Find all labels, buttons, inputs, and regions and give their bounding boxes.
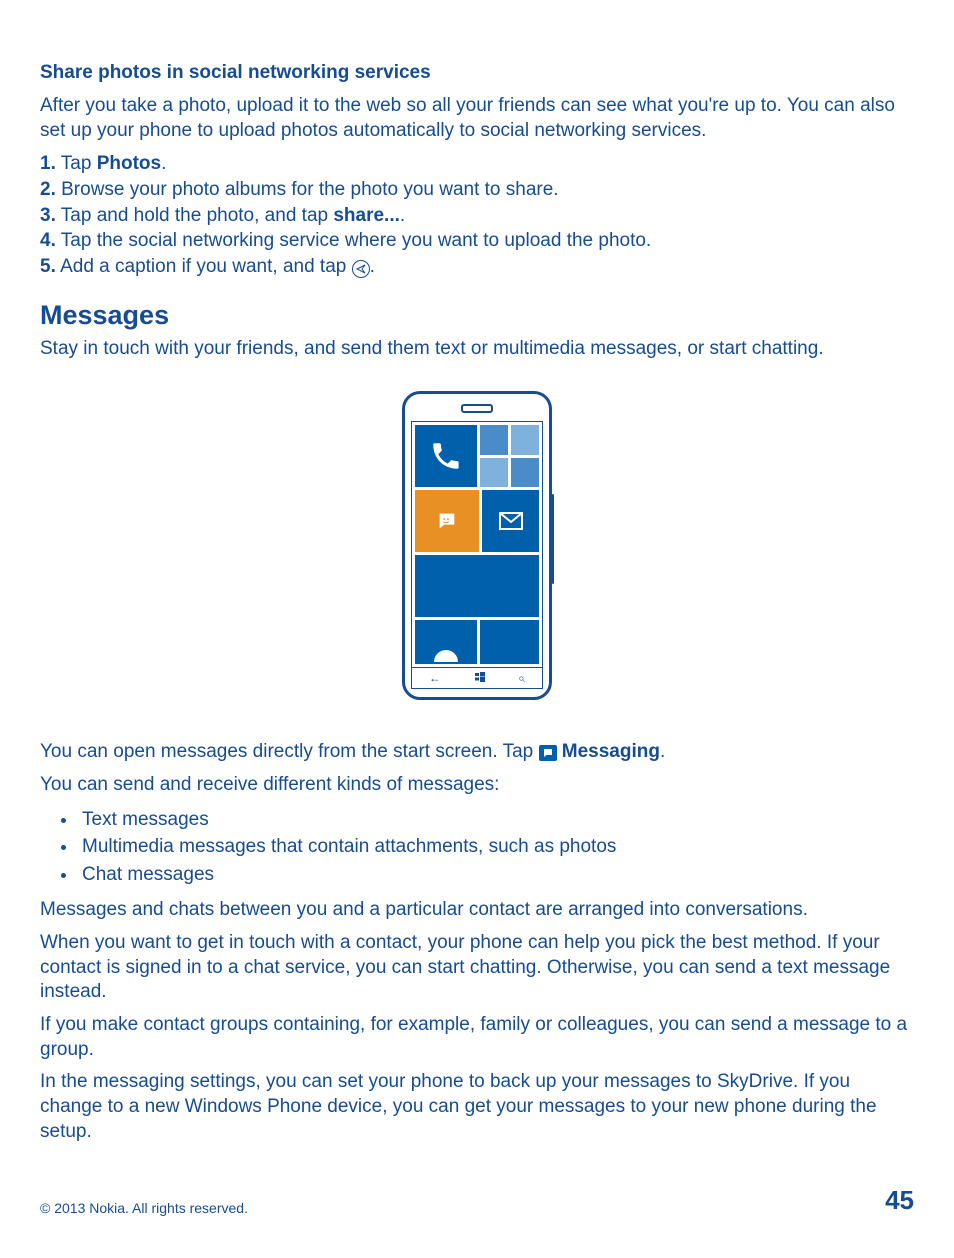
small-tile: [480, 425, 508, 455]
step-text: Add a caption if you want, and tap: [56, 256, 352, 277]
mail-tile: [482, 490, 539, 552]
para-groups: If you make contact groups containing, f…: [40, 1013, 914, 1062]
step-bold: share...: [333, 205, 400, 226]
share-photos-intro: After you take a photo, upload it to the…: [40, 94, 914, 143]
step-text: Tap the social networking service where …: [56, 230, 651, 251]
step-text: Tap: [56, 153, 97, 174]
list-item: Multimedia messages that contain attachm…: [78, 833, 914, 861]
messages-intro: Stay in touch with your friends, and sen…: [40, 337, 914, 362]
phone-outline: ← ⌕: [402, 391, 552, 700]
phone-screen: ← ⌕: [411, 421, 543, 689]
back-icon: ←: [429, 672, 441, 684]
para-skydrive: In the messaging settings, you can set y…: [40, 1070, 914, 1144]
ie-tile: [415, 620, 477, 664]
send-icon: [352, 260, 370, 278]
step-num: 4.: [40, 230, 56, 251]
messages-heading: Messages: [40, 300, 914, 331]
para-best-method: When you want to get in touch with a con…: [40, 931, 914, 1005]
step-num: 5.: [40, 256, 56, 277]
share-photos-steps: 1. Tap Photos. 2. Browse your photo albu…: [40, 151, 914, 279]
share-photos-heading: Share photos in social networking servic…: [40, 62, 914, 84]
windows-icon: [475, 672, 485, 685]
small-tile: [480, 458, 508, 488]
list-item: Chat messages: [78, 861, 914, 889]
messaging-icon: [539, 745, 557, 761]
step-num: 3.: [40, 205, 56, 226]
open-messages-text: You can open messages directly from the …: [40, 740, 914, 765]
wide-tile: [415, 555, 539, 617]
step-text: .: [161, 153, 166, 174]
small-tile: [511, 425, 539, 455]
step-text: .: [400, 205, 405, 226]
page-footer: © 2013 Nokia. All rights reserved. 45: [40, 1185, 914, 1216]
step-4: 4. Tap the social networking service whe…: [40, 228, 914, 254]
list-item: Text messages: [78, 806, 914, 834]
page-number: 45: [885, 1185, 914, 1216]
step-text: Tap and hold the photo, and tap: [56, 205, 334, 226]
phone-tile: [415, 425, 477, 487]
step-5: 5. Add a caption if you want, and tap .: [40, 254, 914, 280]
para-conversations: Messages and chats between you and a par…: [40, 898, 914, 923]
step-text: Browse your photo albums for the photo y…: [56, 179, 559, 200]
text: You can open messages directly from the …: [40, 741, 539, 762]
message-kinds-list: Text messages Multimedia messages that c…: [40, 806, 914, 889]
phone-earpiece: [461, 404, 493, 413]
kinds-intro: You can send and receive different kinds…: [40, 773, 914, 798]
step-1: 1. Tap Photos.: [40, 151, 914, 177]
copyright-text: © 2013 Nokia. All rights reserved.: [40, 1200, 248, 1216]
text: .: [660, 741, 665, 762]
phone-illustration: ← ⌕: [40, 391, 914, 700]
messaging-label: Messaging: [557, 741, 660, 762]
step-bold: Photos: [97, 153, 161, 174]
step-3: 3. Tap and hold the photo, and tap share…: [40, 203, 914, 229]
cut-tile: [480, 620, 539, 664]
step-text: .: [370, 256, 375, 277]
step-num: 1.: [40, 153, 56, 174]
messaging-tile: [415, 490, 479, 552]
step-num: 2.: [40, 179, 56, 200]
search-icon: ⌕: [518, 672, 525, 684]
small-tile: [511, 458, 539, 488]
phone-navbar: ← ⌕: [412, 667, 542, 688]
step-2: 2. Browse your photo albums for the phot…: [40, 177, 914, 203]
